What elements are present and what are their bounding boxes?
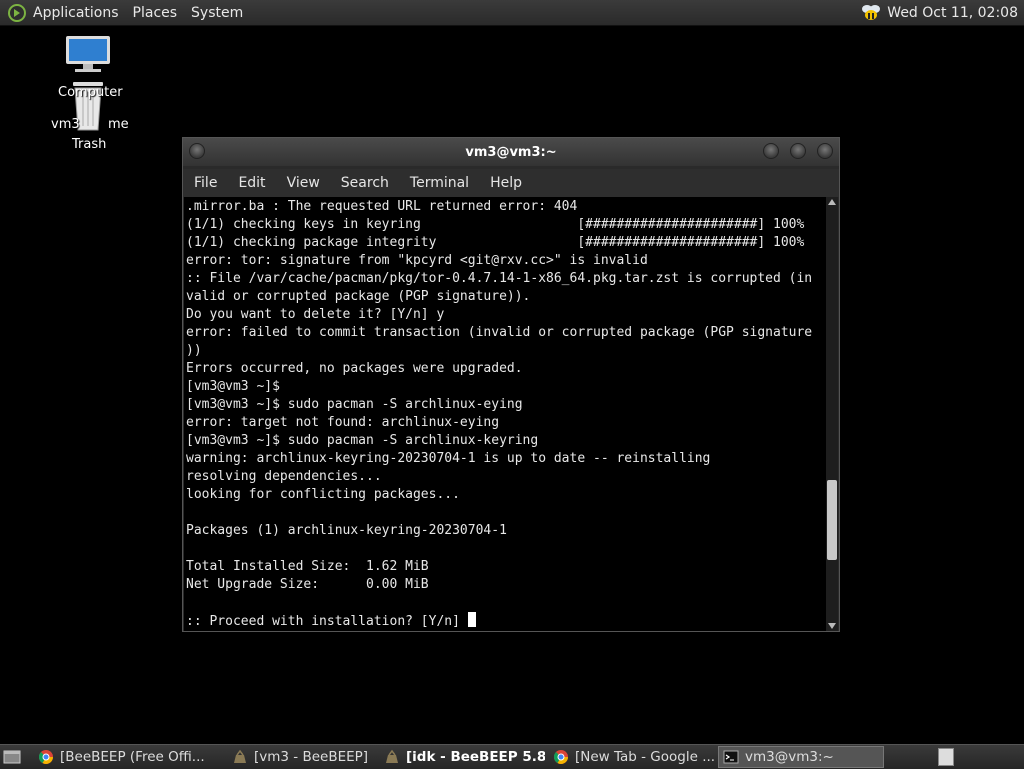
terminal-line: Do you want to delete it? [Y/n] y <box>186 307 445 322</box>
terminal-menubar: File Edit View Search Terminal Help <box>183 169 839 197</box>
menu-search[interactable]: Search <box>341 175 389 191</box>
terminal-line: :: Proceed with installation? [Y/n] <box>186 612 812 631</box>
minimize-button[interactable] <box>763 143 779 159</box>
scrollbar-thumb[interactable] <box>827 479 837 560</box>
terminal-line: Total Installed Size: 1.62 MiB <box>186 559 429 574</box>
menu-terminal[interactable]: Terminal <box>410 175 469 191</box>
top-panel: Applications Places System Wed Oct 11, 0… <box>0 0 1024 26</box>
taskbar: [BeeBEEP (Free Offi... [vm3 - BeeBEEP] [… <box>0 744 1024 769</box>
home-label-tail: me <box>108 117 129 132</box>
terminal-line: [vm3@vm3 ~]$ sudo pacman -S archlinux-ke… <box>186 433 539 448</box>
text-cursor <box>467 612 476 627</box>
system-menu[interactable]: System <box>191 5 243 21</box>
menu-view[interactable]: View <box>287 175 320 191</box>
window-titlebar[interactable]: vm3@vm3:~ <box>183 138 839 166</box>
terminal-line: :: File /var/cache/pacman/pkg/tor-0.4.7.… <box>186 271 813 286</box>
trash-label: Trash <box>72 137 107 152</box>
places-menu[interactable]: Places <box>133 5 178 21</box>
show-desktop-icon[interactable] <box>2 748 22 766</box>
terminal-window: vm3@vm3:~ File Edit View Search Terminal… <box>182 137 840 632</box>
scroll-up-arrow-icon[interactable] <box>828 199 836 205</box>
terminal-line: .mirror.ba : The requested URL returned … <box>186 199 578 214</box>
terminal-text: .mirror.ba : The requested URL returned … <box>186 198 812 631</box>
terminal-line: [vm3@vm3 ~]$ sudo pacman -S archlinux-ey… <box>186 397 523 412</box>
terminal-line: error: failed to commit transaction (inv… <box>186 325 813 340</box>
window-title: vm3@vm3:~ <box>465 144 557 160</box>
terminal-icon <box>723 749 739 765</box>
terminal-line: Net Upgrade Size: 0.00 MiB <box>186 577 429 592</box>
beebeep-tray-icon[interactable] <box>860 3 882 23</box>
maximize-button[interactable] <box>790 143 806 159</box>
home-label: vm3 <box>51 117 80 132</box>
clock[interactable]: Wed Oct 11, 02:08 <box>887 5 1018 21</box>
distro-logo-icon[interactable] <box>7 3 27 23</box>
terminal-line: Packages (1) archlinux-keyring-20230704-… <box>186 523 507 538</box>
terminal-line: Errors occurred, no packages were upgrad… <box>186 361 523 376</box>
window-menu-button[interactable] <box>189 143 205 159</box>
applications-menu[interactable]: Applications <box>33 5 119 21</box>
terminal-line: (1/1) checking package integrity [######… <box>186 235 805 250</box>
terminal-line: resolving dependencies... <box>186 469 382 484</box>
close-button[interactable] <box>817 143 833 159</box>
task-idk-beebeep[interactable]: [idk - BeeBEEP 5.8.6] <box>380 746 545 768</box>
terminal-line: (1/1) checking keys in keyring [########… <box>186 217 805 232</box>
chrome-icon <box>38 749 54 765</box>
terminal-output[interactable]: .mirror.ba : The requested URL returned … <box>184 197 827 631</box>
terminal-line: looking for conflicting packages... <box>186 487 460 502</box>
task-vm3-beebeep[interactable]: [vm3 - BeeBEEP] <box>228 746 368 768</box>
task-terminal[interactable]: vm3@vm3:~ <box>718 746 884 768</box>
terminal-line: error: tor: signature from "kpcyrd <git@… <box>186 253 648 268</box>
terminal-line: [vm3@vm3 ~]$ <box>186 379 280 394</box>
task-beebeep-chrome[interactable]: [BeeBEEP (Free Offi... <box>34 746 224 768</box>
terminal-line: warning: archlinux-keyring-20230704-1 is… <box>186 451 711 466</box>
bee-icon <box>232 749 248 765</box>
task-new-tab-chrome[interactable]: [New Tab - Google ... <box>549 746 714 768</box>
computer-label: Computer <box>58 85 123 100</box>
terminal-line: error: target not found: archlinux-eying <box>186 415 500 430</box>
chrome-icon <box>553 749 569 765</box>
menu-file[interactable]: File <box>194 175 217 191</box>
scroll-down-arrow-icon[interactable] <box>828 623 836 629</box>
workspace-switcher[interactable] <box>938 748 954 766</box>
terminal-line: valid or corrupted package (PGP signatur… <box>186 289 531 304</box>
menu-edit[interactable]: Edit <box>238 175 265 191</box>
menu-help[interactable]: Help <box>490 175 522 191</box>
bee-icon <box>384 749 400 765</box>
terminal-line: )) <box>186 343 202 358</box>
terminal-scrollbar[interactable] <box>826 197 838 631</box>
